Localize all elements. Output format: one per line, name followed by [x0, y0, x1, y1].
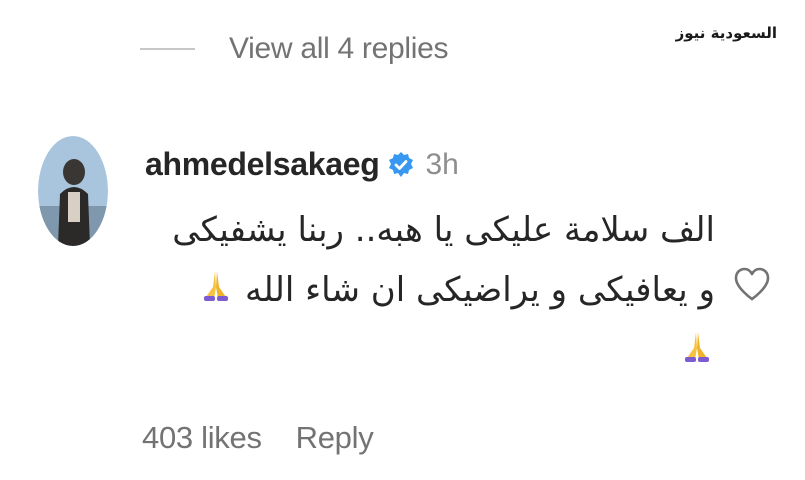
comment-line-1: الف سلامة عليكى يا هبه.. ربنا يشفيكى: [172, 210, 715, 250]
view-replies-label: View all 4 replies: [229, 32, 449, 65]
comment-line-2: و يعافيكى و يراضيكى ان شاء الله: [150, 260, 715, 322]
comment-line-3: [150, 322, 715, 384]
comment-text: الف سلامة عليكى يا هبه.. ربنا يشفيكى و ي…: [150, 200, 715, 383]
comment-timestamp: 3h: [425, 147, 459, 181]
folded-hands-icon: [198, 262, 234, 322]
comment-line-2-text: و يعافيكى و يراضيكى ان شاء الله: [245, 270, 715, 310]
avatar[interactable]: [38, 136, 108, 246]
view-replies-link[interactable]: View all 4 replies: [140, 32, 448, 66]
folded-hands-icon: [679, 323, 715, 383]
verified-badge-icon: [387, 151, 415, 179]
watermark-text: السعودية نيوز: [675, 24, 777, 42]
heart-icon[interactable]: [733, 266, 771, 302]
username-link[interactable]: ahmedelsakaeg: [145, 146, 380, 183]
reply-button[interactable]: Reply: [296, 420, 374, 456]
likes-count-link[interactable]: 403 likes: [142, 420, 262, 456]
avatar-image: [38, 136, 108, 246]
thread-line: [140, 48, 195, 50]
